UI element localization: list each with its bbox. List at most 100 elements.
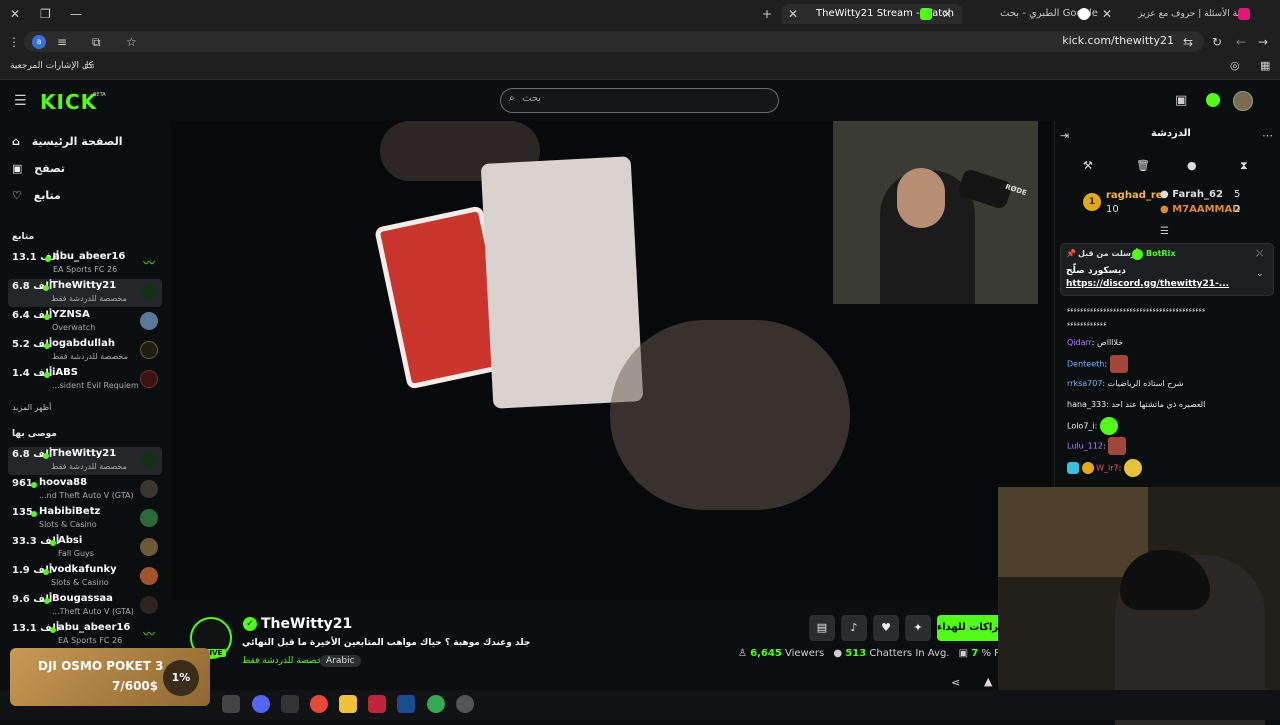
restore-window-icon[interactable]: ❐ — [40, 6, 51, 22]
chrome-icon[interactable] — [310, 695, 328, 713]
channel-row[interactable]: 9.6 ألف Bougassaa ...Theft Auto V (GTA) — [8, 592, 162, 620]
channel-row[interactable]: 6.8 ألف TheWitty21 مخصصة للدردشة فقط — [8, 279, 162, 307]
chat-username[interactable]: Lolo7_i — [1067, 422, 1095, 431]
report-warning-icon[interactable]: ▲ — [984, 675, 992, 688]
unpin-icon[interactable]: ⤬ — [1256, 249, 1263, 259]
minimize-window-icon[interactable]: — — [70, 6, 82, 22]
nav-browse[interactable]: ▣ تصفح — [12, 162, 65, 175]
channel-row[interactable]: 6.8 ألف TheWitty21 مخصصة للدردشة فقط — [8, 447, 162, 475]
kick-logo[interactable]: KICK — [40, 90, 97, 114]
reload-icon[interactable]: ↻ — [1212, 34, 1222, 50]
leader-name[interactable]: raghad_re — [1106, 190, 1163, 201]
chat-username[interactable]: hana_333 — [1067, 400, 1106, 409]
reader-mode-icon[interactable]: ≡ — [57, 34, 67, 50]
new-tab-icon[interactable]: + — [762, 6, 772, 22]
channel-row[interactable]: 135 HabibiBetz Slots & Casino — [8, 505, 162, 533]
site-favicon-icon — [1238, 8, 1250, 20]
apps-grid-icon[interactable]: ▦ — [1260, 58, 1270, 74]
tab-thewitty21[interactable]: ✕ TheWitty21 Stream - Watch ✕ — [782, 4, 962, 24]
streamer-name[interactable]: TheWitty21 — [261, 616, 352, 632]
folder-icon: ▭ — [84, 59, 95, 72]
steam-icon[interactable] — [397, 695, 415, 713]
forward-icon[interactable]: ← — [1236, 34, 1246, 50]
chat-username[interactable]: Qidarr — [1067, 338, 1092, 347]
channel-name: YZNSA — [52, 309, 90, 320]
chatters-label: Chatters In Avg. — [869, 648, 950, 659]
viewers-label: Viewers — [784, 648, 825, 659]
taskbar-app-icon[interactable] — [368, 695, 386, 713]
user-avatar[interactable] — [1233, 91, 1253, 111]
pinned-link[interactable]: https://discord.gg/thewitty21-... — [1066, 279, 1229, 289]
leader-value: 2 — [1234, 204, 1241, 215]
channel-name: Bougassaa — [52, 593, 113, 604]
stream-title: جلد وعندك موهبة ؟ حياك مواهب المتابعين ا… — [242, 638, 531, 648]
install-app-icon[interactable]: ⧉ — [92, 34, 101, 50]
chrome-icon[interactable] — [427, 695, 445, 713]
kick-points-icon[interactable] — [1206, 93, 1220, 107]
pinned-author[interactable]: BotRix — [1146, 249, 1175, 258]
google-favicon-icon — [1078, 8, 1090, 20]
viewers-icon: ♙ — [738, 648, 747, 659]
tab-google-search[interactable]: الطبري - بحث Google ✕ — [990, 4, 1120, 24]
trash-icon[interactable]: 🗑 — [1136, 159, 1150, 172]
channel-row[interactable]: 13.1 ألف abu_abeer16 EA Sports FC 26 〰 — [8, 250, 162, 278]
wallet-icon[interactable]: ▣ — [1175, 93, 1187, 109]
file-explorer-icon[interactable] — [339, 695, 357, 713]
hourglass-icon[interactable]: ⧗ — [1240, 159, 1248, 173]
channel-row[interactable]: 961 hoova88 ...nd Theft Auto V (GTA) — [8, 476, 162, 504]
globe-icon[interactable]: ◎ — [1230, 58, 1240, 74]
nav-following[interactable]: ♡ متابع — [12, 189, 61, 202]
address-bar[interactable] — [24, 31, 1204, 52]
chat-bubble-icon[interactable]: ● — [1187, 159, 1197, 172]
leader-name[interactable]: ● Farah_62 — [1160, 189, 1223, 200]
chat-username[interactable]: Denteeth — [1067, 360, 1104, 369]
collapse-chat-icon[interactable]: ⇥ — [1060, 128, 1069, 144]
chat-username[interactable]: W_lr7 — [1096, 464, 1119, 473]
chat-username[interactable]: rrksa707 — [1067, 379, 1102, 388]
channel-row[interactable]: 6.4 ألف YZNSA Overwatch — [8, 308, 162, 336]
channel-row[interactable]: 1.4 ألف iABS ...sident Evil Requiem — [8, 366, 162, 394]
url-text[interactable]: kick.com/thewitty21 — [1062, 34, 1174, 47]
chat-username[interactable]: Lulu_112 — [1067, 442, 1103, 451]
channel-row[interactable]: 1.9 ألف vodkafunky Slots & Casino — [8, 563, 162, 591]
gift-subscriptions-button[interactable]: اشتراكات للهداء — [937, 615, 1001, 641]
close-tab-icon[interactable]: ✕ — [1102, 6, 1112, 22]
expand-chevron-icon[interactable]: ☰ — [1160, 224, 1169, 240]
channel-row[interactable]: 33.3 ألف Absi Fall Guys — [8, 534, 162, 562]
notification-bell-icon[interactable]: ♪ — [841, 615, 867, 641]
nav-following-label: متابع — [33, 189, 61, 202]
chat-options-icon[interactable]: ⋯ — [1262, 128, 1273, 144]
follow-heart-icon[interactable]: ♥ — [873, 615, 899, 641]
channel-avatar — [140, 370, 158, 388]
mod-hammer-icon[interactable]: ⚒ — [1083, 159, 1093, 172]
nav-home[interactable]: ⌂ الصفحة الرئيسية — [12, 135, 123, 148]
taskbar-app-icon[interactable] — [281, 695, 299, 713]
site-settings-icon[interactable]: ⇆ — [1183, 34, 1193, 50]
stream-category-link[interactable]: مخصصة للدردشة فقط — [242, 656, 327, 666]
search-input[interactable] — [500, 88, 779, 113]
chat-message: Denteeth: — [1067, 355, 1128, 373]
channel-row[interactable]: 5.2 ألف ogabdullah مخصصة للدردشة فقط — [8, 337, 162, 365]
live-dot — [44, 598, 50, 604]
all-bookmarks-label[interactable]: كل الإشارات المرجعية — [10, 61, 93, 71]
taskbar-app-icon[interactable] — [456, 695, 474, 713]
close-tab-icon[interactable]: ✕ — [942, 6, 952, 22]
chevron-down-icon[interactable]: ⌄ — [1256, 269, 1264, 279]
clip-icon[interactable]: ✦ — [905, 615, 931, 641]
leader-name[interactable]: ● M7AAMMAD — [1160, 204, 1241, 215]
share-icon[interactable]: ⋖ — [951, 676, 960, 689]
stream-tag[interactable]: Arabic — [320, 655, 361, 667]
discord-icon[interactable] — [252, 695, 270, 713]
menu-dots-icon[interactable]: ⋮ — [8, 34, 20, 50]
close-window-icon[interactable]: ✕ — [10, 6, 20, 22]
profile-avatar[interactable]: a — [32, 35, 46, 49]
tab-questions-portal[interactable]: بوابة الأسئلة | حروف مع عزيز — [1130, 4, 1250, 24]
hamburger-menu-icon[interactable]: ☰ — [14, 93, 27, 109]
taskbar-app-icon[interactable] — [222, 695, 240, 713]
bookmark-star-icon[interactable]: ☆ — [126, 34, 137, 50]
show-more-link[interactable]: أظهر المزيد — [12, 403, 51, 412]
theater-mode-button[interactable]: ▤ — [809, 615, 835, 641]
channel-row[interactable]: 13.1 ألف abu_abeer16 EA Sports FC 26 〰 — [8, 621, 162, 649]
close-tab-icon[interactable]: ✕ — [788, 6, 798, 22]
back-icon[interactable]: → — [1258, 34, 1268, 50]
